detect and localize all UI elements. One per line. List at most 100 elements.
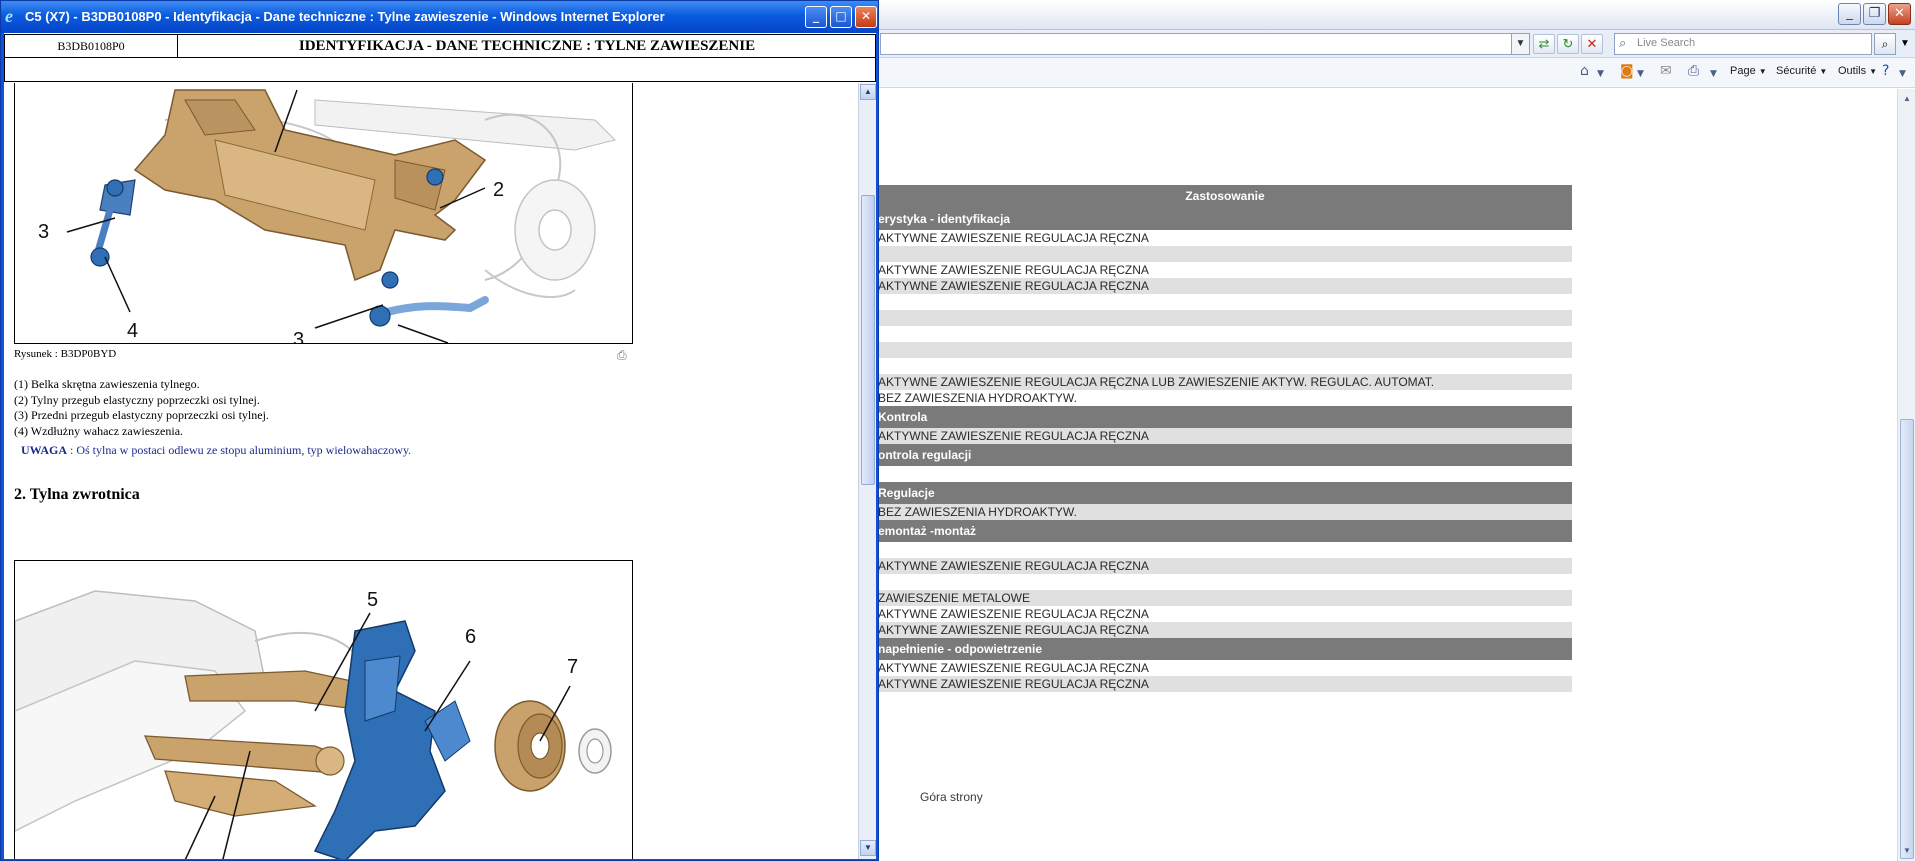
top-of-page-link[interactable]: Góra strony bbox=[920, 790, 983, 804]
table-row[interactable]: AKTYWNE ZAWIESZENIE REGULACJA RĘCZNA bbox=[878, 230, 1572, 246]
table-cell: AKTYWNE ZAWIESZENIE REGULACJA RĘCZNA bbox=[878, 607, 1149, 621]
table-section-row: erystyka - identyfikacja bbox=[878, 208, 1572, 230]
table-row[interactable] bbox=[878, 246, 1572, 262]
security-menu[interactable]: Sécurité ▼ bbox=[1776, 65, 1827, 77]
table-row[interactable] bbox=[878, 542, 1572, 558]
feeds-dropdown-icon[interactable]: ▼ bbox=[1637, 69, 1644, 79]
table-cell: AKTYWNE ZAWIESZENIE REGULACJA RĘCZNA bbox=[878, 559, 1149, 573]
scroll-down-icon[interactable]: ▼ bbox=[860, 840, 876, 856]
mail-icon[interactable]: ✉ bbox=[1660, 63, 1672, 79]
application-table: Zastosowanie erystyka - identyfikacja AKT… bbox=[878, 185, 1572, 692]
feeds-icon[interactable]: ◙ bbox=[1620, 63, 1634, 79]
callout-2: 2 bbox=[493, 179, 504, 201]
page-menu[interactable]: Page ▼ bbox=[1730, 65, 1767, 77]
print-figure-icon[interactable]: ⎙ bbox=[617, 348, 627, 363]
table-row[interactable] bbox=[878, 466, 1572, 482]
figure-caption: Rysunek : B3DP0BYD bbox=[14, 348, 117, 360]
table-row[interactable]: BEZ ZAWIESZENIA HYDROAKTYW. bbox=[878, 390, 1572, 406]
ie-logo-icon: e bbox=[5, 6, 13, 26]
document-header-spacer bbox=[4, 58, 876, 82]
table-section-row: ontrola regulacji bbox=[878, 444, 1572, 466]
search-options-icon[interactable]: ▼ bbox=[1898, 33, 1912, 55]
popup-maximize-button[interactable]: □ bbox=[830, 6, 852, 28]
search-placeholder: Live Search bbox=[1637, 37, 1696, 49]
document-scrollbar[interactable]: ▲ ▼ bbox=[858, 83, 876, 859]
print-dropdown-icon[interactable]: ▼ bbox=[1710, 69, 1717, 79]
help-icon[interactable]: ? bbox=[1882, 63, 1889, 79]
refresh-icon[interactable]: ↻ bbox=[1557, 34, 1579, 54]
table-row[interactable]: AKTYWNE ZAWIESZENIE REGULACJA RĘCZNA bbox=[878, 606, 1572, 622]
home-dropdown-icon[interactable]: ▼ bbox=[1597, 69, 1604, 79]
legend-item: (3) Przedni przegub elastyczny poprzeczk… bbox=[14, 408, 269, 422]
background-scrollbar[interactable]: ▲ ▼ bbox=[1897, 89, 1915, 861]
table-cell: AKTYWNE ZAWIESZENIE REGULACJA RĘCZNA LUB… bbox=[878, 375, 1435, 389]
compatibility-icon[interactable]: ⇄ bbox=[1533, 34, 1555, 54]
table-cell: ontrola regulacji bbox=[878, 448, 972, 462]
maximize-button[interactable]: ❐ bbox=[1863, 3, 1886, 25]
table-row[interactable]: AKTYWNE ZAWIESZENIE REGULACJA RĘCZNA bbox=[878, 278, 1572, 294]
rear-knuckle-drawing: 5 6 7 bbox=[15, 589, 612, 859]
scroll-thumb[interactable] bbox=[861, 195, 875, 485]
note-text: : Oś tylna w postaci odlewu ze stopu alu… bbox=[67, 443, 412, 457]
document-content: 2 3 4 3 4 Rysunek : B3DP0BYD ⎙ (1) Belka… bbox=[4, 83, 858, 859]
table-cell: AKTYWNE ZAWIESZENIE REGULACJA RĘCZNA bbox=[878, 231, 1149, 245]
table-section-row: napełnienie - odpowietrzenie bbox=[878, 638, 1572, 660]
minimize-button[interactable]: _ bbox=[1838, 3, 1861, 25]
rear-axle-drawing: 2 3 4 3 4 bbox=[38, 89, 616, 344]
figure-legend: (1) Belka skrętna zawieszenia tylnego. (… bbox=[14, 377, 269, 439]
table-row[interactable]: AKTYWNE ZAWIESZENIE REGULACJA RĘCZNA bbox=[878, 428, 1572, 444]
home-icon[interactable]: ⌂ bbox=[1580, 63, 1589, 79]
scroll-down-icon[interactable]: ▼ bbox=[1900, 843, 1914, 859]
table-row[interactable]: BEZ ZAWIESZENIA HYDROAKTYW. bbox=[878, 504, 1572, 520]
table-row[interactable] bbox=[878, 574, 1572, 590]
tools-menu-label: Outils bbox=[1838, 65, 1867, 77]
scroll-up-icon[interactable]: ▲ bbox=[860, 84, 876, 100]
popup-titlebar[interactable]: e C5 (X7) - B3DB0108P0 - Identyfikacja -… bbox=[1, 1, 878, 33]
table-row[interactable] bbox=[878, 358, 1572, 374]
popup-ie-window: e C5 (X7) - B3DB0108P0 - Identyfikacja -… bbox=[0, 0, 879, 861]
tools-menu[interactable]: Outils ▼ bbox=[1838, 65, 1877, 77]
callout-3: 3 bbox=[38, 221, 49, 243]
table-row[interactable] bbox=[878, 326, 1572, 342]
callout-5: 5 bbox=[367, 589, 378, 611]
close-button[interactable]: ✕ bbox=[1888, 3, 1911, 25]
note: UWAGA : Oś tylna w postaci odlewu ze sto… bbox=[21, 443, 411, 458]
table-row[interactable] bbox=[878, 310, 1572, 326]
table-row[interactable]: AKTYWNE ZAWIESZENIE REGULACJA RĘCZNA bbox=[878, 622, 1572, 638]
scroll-thumb[interactable] bbox=[1900, 419, 1914, 859]
figure-rear-knuckle: 5 6 7 bbox=[14, 560, 633, 859]
table-cell: napełnienie - odpowietrzenie bbox=[878, 642, 1043, 656]
table-row[interactable] bbox=[878, 294, 1572, 310]
stop-icon[interactable]: ✕ bbox=[1581, 34, 1603, 54]
print-icon[interactable]: ⎙ bbox=[1688, 63, 1699, 79]
table-cell: AKTYWNE ZAWIESZENIE REGULACJA RĘCZNA bbox=[878, 677, 1149, 691]
help-dropdown-icon[interactable]: ▼ bbox=[1899, 69, 1906, 79]
note-label: UWAGA bbox=[21, 443, 68, 457]
search-input[interactable]: ⌕ Live Search bbox=[1614, 33, 1872, 55]
table-row[interactable]: AKTYWNE ZAWIESZENIE REGULACJA RĘCZNA bbox=[878, 676, 1572, 692]
table-cell: erystyka - identyfikacja bbox=[878, 212, 1011, 226]
scroll-up-icon[interactable]: ▲ bbox=[1900, 91, 1914, 107]
table-row[interactable]: ZAWIESZENIE METALOWE bbox=[878, 590, 1572, 606]
address-bar[interactable]: ▼ bbox=[880, 33, 1530, 55]
table-row[interactable]: AKTYWNE ZAWIESZENIE REGULACJA RĘCZNA bbox=[878, 558, 1572, 574]
popup-body: B3DB0108P0 IDENTYFIKACJA - DANE TECHNICZ… bbox=[4, 33, 876, 859]
document-header: B3DB0108P0 IDENTYFIKACJA - DANE TECHNICZ… bbox=[4, 34, 876, 58]
chevron-down-icon: ▼ bbox=[1758, 67, 1767, 76]
table-row[interactable] bbox=[878, 342, 1572, 358]
table-cell: ZAWIESZENIE METALOWE bbox=[878, 591, 1031, 605]
table-row[interactable]: AKTYWNE ZAWIESZENIE REGULACJA RĘCZNA LUB… bbox=[878, 374, 1572, 390]
table-row[interactable]: AKTYWNE ZAWIESZENIE REGULACJA RĘCZNA bbox=[878, 660, 1572, 676]
document-title: IDENTYFIKACJA - DANE TECHNICZNE : TYLNE … bbox=[298, 38, 756, 54]
table-cell: AKTYWNE ZAWIESZENIE REGULACJA RĘCZNA bbox=[878, 263, 1149, 277]
callout-3-lower: 3 bbox=[293, 329, 304, 344]
table-rows: erystyka - identyfikacja AKTYWNE ZAWIESZE… bbox=[878, 208, 1572, 692]
document-code: B3DB0108P0 bbox=[5, 35, 178, 57]
address-dropdown-icon[interactable]: ▼ bbox=[1511, 34, 1529, 54]
table-row[interactable]: AKTYWNE ZAWIESZENIE REGULACJA RĘCZNA bbox=[878, 262, 1572, 278]
search-go-button[interactable]: ⌕ bbox=[1874, 33, 1896, 55]
figure-rear-axle: 2 3 4 3 4 bbox=[14, 83, 633, 344]
popup-minimize-button[interactable]: _ bbox=[805, 6, 827, 28]
legend-item: (4) Wzdłużny wahacz zawieszenia. bbox=[14, 423, 184, 438]
popup-close-button[interactable]: ✕ bbox=[855, 6, 877, 28]
